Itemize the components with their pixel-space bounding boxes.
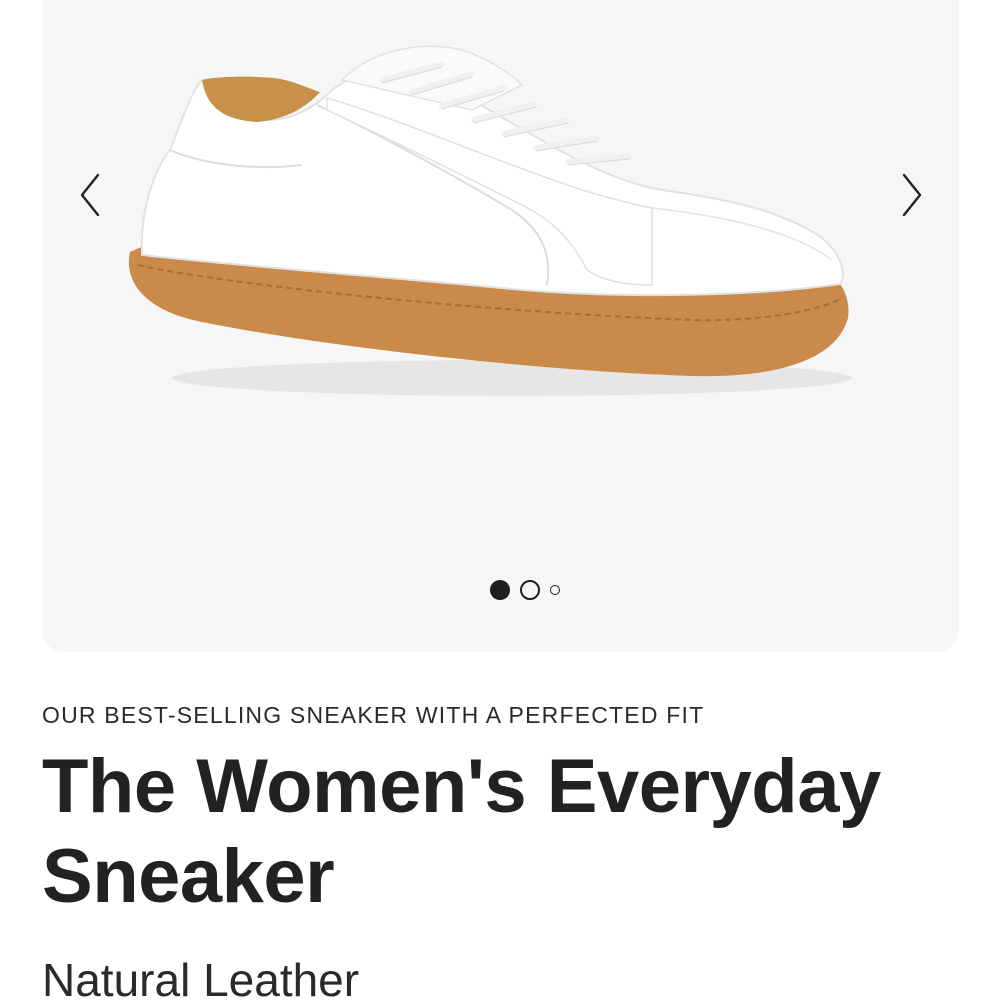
gallery-dot-2[interactable] [520, 580, 540, 600]
product-title: The Women's Everyday Sneaker [42, 744, 881, 919]
product-page: OUR BEST-SELLING SNEAKER WITH A PERFECTE… [0, 0, 1000, 1000]
product-image-gallery[interactable] [42, 0, 959, 652]
next-image-button[interactable] [890, 165, 934, 225]
gallery-dot-1[interactable] [490, 580, 510, 600]
gallery-dot-3[interactable] [550, 585, 560, 595]
product-material: Natural Leather [42, 954, 360, 1000]
product-tagline: OUR BEST-SELLING SNEAKER WITH A PERFECTE… [42, 702, 705, 728]
chevron-right-icon [902, 173, 922, 217]
gallery-pagination-dots [490, 580, 560, 600]
previous-image-button[interactable] [68, 165, 112, 225]
product-image [128, 45, 852, 396]
chevron-left-icon [80, 173, 100, 217]
